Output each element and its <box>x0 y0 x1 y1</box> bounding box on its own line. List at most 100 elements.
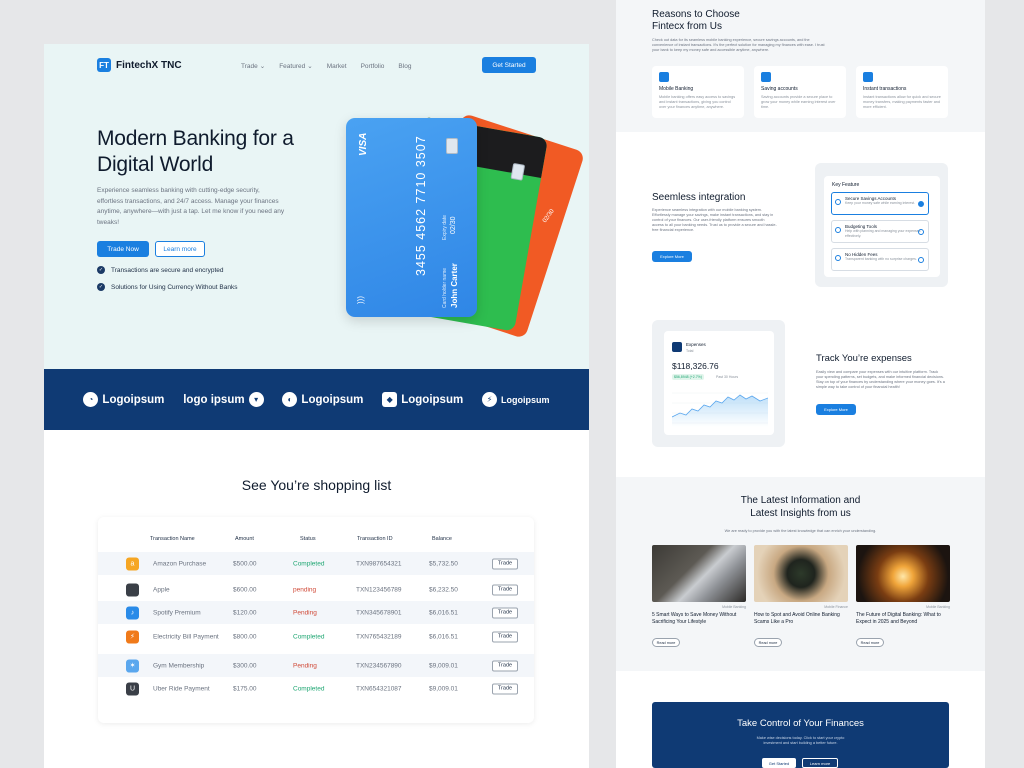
fee-icon <box>835 255 841 261</box>
amazon-icon: a <box>126 557 139 570</box>
learn-more-button[interactable]: Learn more <box>155 241 205 257</box>
contactless-icon: ))) <box>356 296 365 304</box>
row-transaction-id: TXN234567890 <box>356 662 402 669</box>
nav-portfolio[interactable]: Portfolio <box>361 62 385 70</box>
row-transaction-id: TXN123456789 <box>356 586 402 593</box>
table-row: ⚡ Electricity Bill Payment $800.00 Complete… <box>98 625 534 648</box>
expenses-delta: $56,8948 (+2.7%) <box>672 374 704 380</box>
row-status: Completed <box>293 560 325 567</box>
feature-option-fees[interactable]: No Hidden Fees Transparent banking with n… <box>831 248 929 271</box>
chevron-down-icon: ⌄ <box>307 63 313 70</box>
integration-description: Experience seamless integration with our… <box>652 208 777 232</box>
card-expiry-back: 02/30 <box>542 208 556 225</box>
radio-icon <box>918 229 924 235</box>
shield-icon <box>835 199 841 205</box>
brand-logo[interactable]: FT FintechX TNC <box>97 58 182 72</box>
trade-button[interactable]: Trade <box>492 631 518 642</box>
insights-subtitle: We are ready to provide you with the lat… <box>724 529 877 533</box>
brand-mark-icon: FT <box>97 58 111 72</box>
expenses-description: Easily view and compare your expenses wi… <box>816 370 945 389</box>
radio-icon <box>918 257 924 263</box>
row-balance: $9,009.01 <box>429 685 458 692</box>
insight-card[interactable]: Mobile Banking 5 Smart Ways to Save Mone… <box>652 545 746 647</box>
phone-photo <box>754 545 848 602</box>
expenses-amount: $118,326.76 <box>672 361 719 371</box>
row-transaction-id: TXN987654321 <box>356 560 402 567</box>
table-row: ♪ Spotify Premium $120.00 Pending TXN3456789… <box>98 601 534 624</box>
reason-card-instant: Instant transactions Instant transactions… <box>856 66 948 118</box>
row-name: Apple <box>153 586 170 593</box>
row-balance: $6,016.51 <box>429 609 458 616</box>
get-started-button[interactable]: Get Started <box>482 57 536 73</box>
card-chip-icon <box>446 138 458 154</box>
partner-logo: ◔ Logoipsum <box>83 392 164 407</box>
wallet-icon <box>672 342 682 352</box>
tools-icon <box>835 227 841 233</box>
laptop-photo <box>652 545 746 602</box>
hero-bullet: ✓ Solutions for Using Currency Without B… <box>97 283 238 291</box>
reasons-description: Check out data for its seamless mobile b… <box>652 38 825 52</box>
partner-logo: ◐ Logoipsum <box>282 392 363 407</box>
row-balance: $6,232.50 <box>429 586 458 593</box>
expenses-panel: Expenses Total $118,326.76 $56,8948 (+2.… <box>652 320 785 447</box>
read-more-button[interactable]: Read more <box>652 638 680 647</box>
insights-title: The Latest Information and Latest Insigh… <box>740 495 861 519</box>
row-status: Completed <box>293 633 325 640</box>
logoipsum-icon: ◐ <box>282 392 298 407</box>
trade-button[interactable]: Trade <box>492 584 518 595</box>
partner-logos: ◔ Logoipsum logo ipsum ▾ ◐ Logoipsum ◆ Logoi… <box>44 369 589 430</box>
spotify-icon: ♪ <box>126 606 139 619</box>
feature-option-savings[interactable]: Secure Savings Accounts Keep your money s… <box>831 192 929 215</box>
explore-more-button[interactable]: Explore More <box>816 404 856 415</box>
logoipsum-icon: ◔ <box>83 392 99 407</box>
feature-option-budgeting[interactable]: Budgeting Tools Help with planning and ma… <box>831 220 929 243</box>
shopping-list-title: See You’re shopping list <box>241 477 392 493</box>
hero-section: FT FintechX TNC Trade ⌄ Featured ⌄ Market … <box>44 44 589 369</box>
card-number: 3455 4562 7710 3507 <box>414 135 428 276</box>
insight-card[interactable]: Mobile Finance How to Spot and Avoid Onl… <box>754 545 848 647</box>
table-row: U Uber Ride Payment $175.00 Completed TXN654… <box>98 677 534 700</box>
table-row: Apple $600.00 pending TXN123456789 $6,232.50… <box>98 578 534 601</box>
trade-button[interactable]: Trade <box>492 558 518 569</box>
row-name: Amazon Purchase <box>153 560 207 567</box>
radio-icon <box>918 201 924 207</box>
row-transaction-id: TXN765432189 <box>356 633 402 640</box>
row-amount: $500.00 <box>233 560 257 567</box>
row-amount: $800.00 <box>233 633 257 640</box>
hero-description: Experience seamless banking with cutting… <box>97 187 285 226</box>
trade-button[interactable]: Trade <box>492 683 518 694</box>
row-amount: $300.00 <box>233 662 257 669</box>
uber-icon: U <box>126 682 139 695</box>
hero-title: Modern Banking for a Digital World <box>97 127 294 176</box>
row-status: Pending <box>293 662 317 669</box>
row-name: Spotify Premium <box>153 609 201 616</box>
fox-icon: ▾ <box>248 392 264 407</box>
insight-card[interactable]: Mobile Banking The Future of Digital Ban… <box>856 545 950 647</box>
explore-more-button[interactable]: Explore More <box>652 251 692 262</box>
row-status: pending <box>293 586 317 593</box>
cta-learn-more-button[interactable]: Learn more <box>802 758 838 768</box>
nav-blog[interactable]: Blog <box>398 62 411 70</box>
row-name: Gym Membership <box>153 662 205 669</box>
reason-card-saving: Saving accounts Saving accounts provide a… <box>754 66 846 118</box>
cta-get-started-button[interactable]: Get Started <box>762 758 796 768</box>
nav-trade[interactable]: Trade ⌄ <box>241 62 265 71</box>
trade-button[interactable]: Trade <box>492 607 518 618</box>
trade-now-button[interactable]: Trade Now <box>97 241 149 257</box>
bolt-icon: ⚡ <box>482 392 498 407</box>
expenses-title: Track You’re expenses <box>816 353 912 364</box>
trade-button[interactable]: Trade <box>492 660 518 671</box>
key-feature-card: Key Feature Secure Savings Accounts Keep … <box>824 176 940 277</box>
expenses-chart <box>672 392 768 427</box>
landing-page-left: FT FintechX TNC Trade ⌄ Featured ⌄ Market … <box>44 44 589 768</box>
nav-market[interactable]: Market <box>327 62 347 70</box>
visa-logo: VISA <box>358 132 369 156</box>
read-more-button[interactable]: Read more <box>856 638 884 647</box>
read-more-button[interactable]: Read more <box>754 638 782 647</box>
check-icon: ✓ <box>97 283 105 291</box>
row-amount: $120.00 <box>233 609 257 616</box>
electricity-icon: ⚡ <box>126 630 139 643</box>
card-holder-label: Card holder name <box>442 267 448 308</box>
hero-bullet: ✓ Transactions are secure and encrypted <box>97 266 224 274</box>
nav-featured[interactable]: Featured ⌄ <box>279 62 313 71</box>
